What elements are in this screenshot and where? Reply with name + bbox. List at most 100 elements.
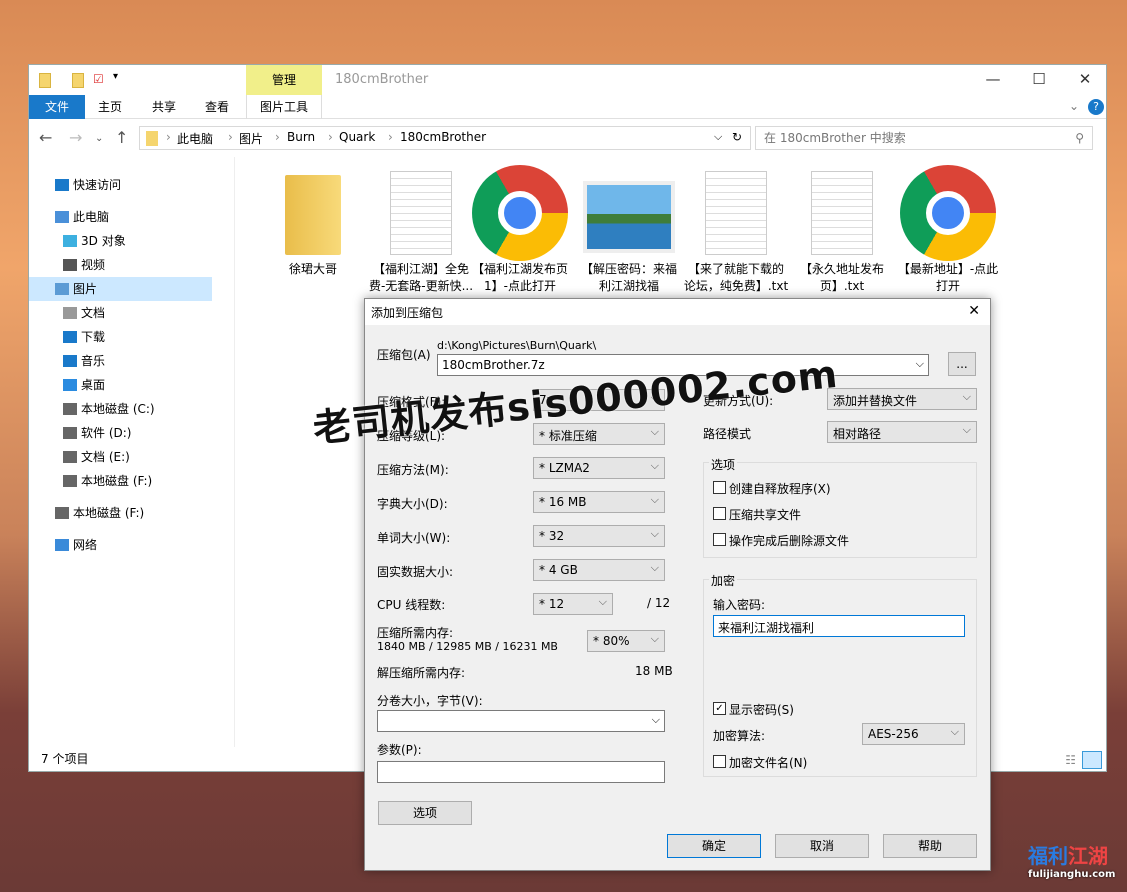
- help-icon[interactable]: ?: [1088, 99, 1104, 115]
- sidebar-item[interactable]: 网络: [51, 533, 234, 557]
- recent-dropdown[interactable]: ⌄: [95, 133, 103, 144]
- tab-file[interactable]: 文件: [29, 95, 85, 119]
- minimize-button[interactable]: —: [970, 65, 1016, 95]
- file-item[interactable]: 【永久地址发布页】.txt: [789, 165, 895, 293]
- help-button[interactable]: 帮助: [883, 834, 977, 858]
- address-bar[interactable]: › 此电脑 › 图片 › Burn › Quark › 180cmBrother…: [139, 126, 751, 150]
- sidebar-item[interactable]: 图片: [29, 277, 212, 301]
- cpu-threads-select[interactable]: * 12: [533, 593, 613, 615]
- options-button[interactable]: 选项: [378, 801, 472, 825]
- setting-label: 压缩方法(M):: [377, 463, 449, 477]
- file-name: 【来了就能下载的论坛，纯免费】.txt: [683, 262, 789, 293]
- password-input[interactable]: 来福利江湖找福利: [713, 615, 965, 637]
- expand-ribbon-icon[interactable]: ⌄: [1069, 99, 1079, 113]
- decompress-memory-value: 18 MB: [635, 664, 673, 678]
- sidebar-item[interactable]: 文档: [59, 301, 242, 325]
- parameters-input[interactable]: [377, 761, 665, 783]
- chevron-down-icon[interactable]: ⌵: [652, 713, 660, 727]
- breadcrumb-item[interactable]: Burn: [287, 130, 315, 144]
- sidebar-item-label: 3D 对象: [81, 234, 126, 248]
- search-input[interactable]: 在 180cmBrother 中搜索 ⚲: [755, 126, 1093, 150]
- ok-button[interactable]: 确定: [667, 834, 761, 858]
- sidebar-item-icon: [63, 355, 77, 367]
- file-name: 【解压密码：来福利江湖找福利】.jpg: [580, 262, 677, 293]
- parameters-label: 参数(P):: [377, 743, 422, 757]
- address-dropdown-icon[interactable]: ⌵: [714, 130, 722, 144]
- sidebar-item-label: 音乐: [81, 354, 106, 368]
- setting-select[interactable]: * 16 MB: [533, 491, 665, 513]
- setting-label: 字典大小(D):: [377, 497, 448, 511]
- sidebar-item[interactable]: 下载: [59, 325, 242, 349]
- path-mode-select[interactable]: 相对路径: [827, 421, 977, 443]
- up-button[interactable]: ↑: [115, 128, 128, 147]
- path-mode-label: 路径模式: [703, 427, 752, 441]
- cancel-button[interactable]: 取消: [775, 834, 869, 858]
- sidebar-item[interactable]: 文档 (E:): [59, 445, 242, 469]
- forward-button[interactable]: →: [69, 128, 82, 147]
- refresh-icon[interactable]: ↻: [732, 130, 742, 144]
- options-group-label: 选项: [709, 456, 738, 473]
- show-password-checkbox[interactable]: 显示密码(S): [713, 701, 794, 718]
- file-item[interactable]: 【来了就能下载的论坛，纯免费】.txt: [683, 165, 789, 293]
- update-mode-select[interactable]: 添加并替换文件: [827, 388, 977, 410]
- breadcrumb-item[interactable]: Quark: [339, 130, 375, 144]
- sidebar-item[interactable]: 快速访问: [51, 173, 234, 197]
- sidebar-item[interactable]: 软件 (D:): [59, 421, 242, 445]
- sfx-checkbox[interactable]: 创建自释放程序(X): [713, 480, 831, 497]
- sidebar-item-label: 文档 (E:): [81, 450, 130, 464]
- file-name: 【最新地址】-点此打开: [897, 262, 999, 293]
- large-icons-view-icon[interactable]: [1082, 751, 1102, 769]
- sidebar-item-icon: [63, 307, 77, 319]
- folder-icon[interactable]: [39, 73, 51, 88]
- browse-button[interactable]: ...: [948, 352, 976, 376]
- breadcrumb-item[interactable]: 180cmBrother: [400, 130, 486, 144]
- delete-after-checkbox[interactable]: 操作完成后删除源文件: [713, 532, 849, 549]
- sidebar-item-label: 本地磁盘 (C:): [81, 402, 155, 416]
- setting-value: * 4 GB: [539, 563, 578, 577]
- sidebar-item[interactable]: 3D 对象: [59, 229, 242, 253]
- file-item[interactable]: 【解压密码：来福利江湖找福利】.jpg: [576, 165, 682, 293]
- split-size-label: 分卷大小，字节(V):: [377, 694, 483, 708]
- encryption-group-label: 加密: [709, 572, 738, 589]
- new-folder-icon[interactable]: [72, 73, 84, 88]
- breadcrumb-item[interactable]: 图片: [239, 130, 263, 147]
- shared-files-checkbox[interactable]: 压缩共享文件: [713, 506, 801, 523]
- encryption-method-select[interactable]: AES-256: [862, 723, 965, 745]
- chevron-down-icon[interactable]: ⌵: [916, 357, 924, 371]
- tab-picture-tools[interactable]: 图片工具: [246, 95, 322, 119]
- text-file-icon: [390, 171, 452, 255]
- cpu-threads-value: * 12: [539, 597, 565, 611]
- sidebar-item[interactable]: 本地磁盘 (C:): [59, 397, 242, 421]
- file-item[interactable]: 【福利江湖】全免费-无套路-更新快...: [368, 165, 474, 293]
- properties-icon[interactable]: ☑: [93, 72, 104, 86]
- back-button[interactable]: ←: [39, 128, 52, 147]
- memory-percent-select[interactable]: * 80%: [587, 630, 665, 652]
- setting-select[interactable]: * LZMA2: [533, 457, 665, 479]
- tab-share[interactable]: 共享: [143, 95, 185, 119]
- split-size-input[interactable]: ⌵: [377, 710, 665, 732]
- sidebar-item[interactable]: 此电脑: [51, 205, 234, 229]
- sidebar-item[interactable]: 视频: [59, 253, 242, 277]
- details-view-icon[interactable]: ☷: [1065, 753, 1076, 767]
- encrypt-filenames-checkbox[interactable]: 加密文件名(N): [713, 754, 807, 771]
- customize-toolbar-icon[interactable]: ▾: [113, 71, 118, 82]
- dialog-close-button[interactable]: ✕: [968, 303, 980, 319]
- file-item[interactable]: 【福利江湖发布页1】-点此打开: [467, 165, 573, 293]
- setting-select[interactable]: * 32: [533, 525, 665, 547]
- close-button[interactable]: ✕: [1062, 65, 1108, 95]
- folder-icon: [146, 131, 158, 146]
- folder-icon: [285, 175, 341, 255]
- file-name: 【福利江湖发布页1】-点此打开: [471, 262, 568, 293]
- file-item[interactable]: 【最新地址】-点此打开: [895, 165, 1001, 293]
- tab-home[interactable]: 主页: [89, 95, 131, 119]
- breadcrumb-item[interactable]: 此电脑: [177, 130, 213, 147]
- sidebar-item[interactable]: 音乐: [59, 349, 242, 373]
- sidebar-item[interactable]: 桌面: [59, 373, 242, 397]
- sidebar-item[interactable]: 本地磁盘 (F:): [51, 501, 234, 525]
- file-item[interactable]: 徐珺大哥: [260, 165, 366, 276]
- sidebar-item[interactable]: 本地磁盘 (F:): [59, 469, 242, 493]
- maximize-button[interactable]: ☐: [1016, 65, 1062, 95]
- tab-manage[interactable]: 管理: [246, 65, 322, 95]
- setting-select[interactable]: * 4 GB: [533, 559, 665, 581]
- tab-view[interactable]: 查看: [196, 95, 238, 119]
